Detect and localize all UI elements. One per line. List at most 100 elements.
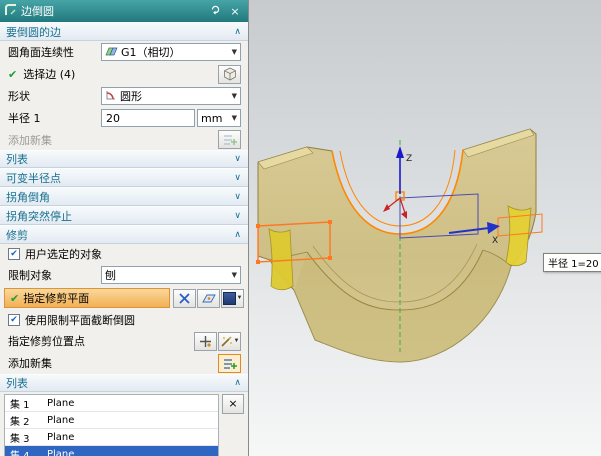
section-variable-radius-header[interactable]: 可变半径点 ∨ — [0, 168, 248, 187]
section-corner-setback-header[interactable]: 拐角倒角 ∨ — [0, 187, 248, 206]
chevron-down-icon: ▼ — [232, 271, 237, 279]
chevron-up-icon: ∧ — [234, 27, 241, 37]
step-check-icon: ✔ — [8, 68, 17, 81]
clear-plane-button[interactable] — [173, 289, 196, 308]
continuity-value: G1（相切） — [121, 44, 229, 60]
dialog-body: 要倒圆的边 ∧ 圆角面连续性 G1（相切） ▼ ✔ 选择边 (4) — [0, 22, 248, 456]
table-row[interactable]: 集 2 Plane — [5, 412, 218, 429]
shape-row: 形状 圆形 ▼ — [0, 85, 248, 107]
set-name: 集 3 — [5, 430, 41, 445]
blend-face-left — [269, 229, 293, 290]
radius-row: 半径 1 mm ▼ — [0, 107, 248, 129]
chevron-down-icon: ▼ — [237, 295, 243, 301]
edge-blend-icon — [5, 4, 17, 19]
select-edge-row: ✔ 选择边 (4) — [0, 63, 248, 85]
section-corner-setback-title: 拐角倒角 — [6, 189, 50, 205]
plane-type-icon — [223, 292, 236, 305]
continuity-dropdown[interactable]: G1（相切） ▼ — [101, 43, 241, 61]
section-edges-header[interactable]: 要倒圆的边 ∧ — [0, 22, 248, 41]
dialog-titlebar[interactable]: 边倒圆 × — [0, 0, 248, 22]
user-selected-checkbox[interactable]: ✔ 用户选定的对象 — [8, 246, 102, 262]
chevron-down-icon: ∨ — [234, 211, 241, 221]
radius-value-tooltip: 半径 1=20 — [543, 253, 601, 272]
shape-label: 形状 — [8, 88, 30, 104]
nx-window: 边倒圆 × 要倒圆的边 ∧ 圆角面连续性 G1（相切） ▼ — [0, 0, 601, 456]
specify-trim-plane-label: 指定修剪平面 — [23, 290, 89, 306]
remove-set-button[interactable]: × — [222, 394, 244, 414]
model-canvas[interactable]: Z X — [249, 0, 601, 456]
trim-list-title: 列表 — [6, 375, 28, 391]
table-row[interactable]: 集 3 Plane — [5, 429, 218, 446]
use-limit-plane-row: ✔ 使用限制平面截断倒圆 — [0, 310, 248, 330]
add-new-set-button[interactable] — [218, 130, 241, 149]
set-type: Plane — [41, 398, 218, 409]
trim-add-new-set-row: 添加新集 — [0, 352, 248, 374]
checkbox-check-icon: ✔ — [8, 314, 20, 326]
shape-value: 圆形 — [120, 88, 229, 104]
chevron-down-icon: ∨ — [234, 192, 241, 202]
select-edge-label[interactable]: 选择边 (4) — [23, 66, 75, 82]
specify-trim-plane-step[interactable]: ✔ 指定修剪平面 — [4, 288, 170, 308]
add-new-set-label: 添加新集 — [8, 132, 52, 148]
chevron-down-icon: ∨ — [234, 173, 241, 183]
limit-object-dropdown[interactable]: 刨 ▼ — [101, 266, 241, 284]
use-limit-plane-checkbox[interactable]: ✔ 使用限制平面截断倒圆 — [8, 312, 135, 328]
set-type: Plane — [41, 432, 218, 443]
add-new-set-row: 添加新集 — [0, 129, 248, 150]
chevron-down-icon: ∨ — [234, 154, 241, 164]
trim-set-list: 集 1 Plane 集 2 Plane 集 3 Plane 集 4 Plane — [0, 392, 248, 456]
edge-list-header[interactable]: 列表 ∨ — [0, 150, 248, 168]
chevron-down-icon: ▼ — [234, 338, 240, 344]
section-stop-short-title: 拐角突然停止 — [6, 208, 72, 224]
table-row-selected[interactable]: 集 4 Plane — [5, 446, 218, 456]
checkbox-check-icon: ✔ — [8, 248, 20, 260]
trim-point-label: 指定修剪位置点 — [8, 333, 85, 349]
point-dialog-button[interactable] — [194, 332, 217, 351]
section-variable-radius-title: 可变半径点 — [6, 170, 61, 186]
axis-x-label: X — [492, 236, 498, 246]
dialog-close-button[interactable]: × — [227, 3, 243, 19]
chevron-down-icon: ▼ — [232, 48, 237, 56]
set-type: Plane — [41, 415, 218, 426]
plane-dialog-button[interactable] — [197, 289, 220, 308]
edge-list-title: 列表 — [6, 151, 28, 167]
trim-set-table: 集 1 Plane 集 2 Plane 集 3 Plane 集 4 Plane — [4, 394, 219, 456]
axis-z-label: Z — [406, 154, 412, 164]
chevron-down-icon: ▼ — [232, 92, 237, 100]
limit-object-value: 刨 — [105, 267, 229, 283]
trim-list-header[interactable]: 列表 ∧ — [0, 374, 248, 392]
circular-shape-icon — [105, 89, 117, 104]
section-trim-header[interactable]: 修剪 ∧ — [0, 225, 248, 244]
g1-tangent-icon — [105, 45, 118, 60]
trim-point-row: 指定修剪位置点 ▼ — [0, 330, 248, 352]
chevron-down-icon: ▼ — [232, 114, 237, 122]
section-trim-title: 修剪 — [6, 227, 28, 243]
continuity-label: 圆角面连续性 — [8, 44, 74, 60]
snap-cube-button[interactable] — [218, 65, 241, 84]
radius-input[interactable] — [101, 109, 195, 127]
chevron-up-icon: ∧ — [234, 378, 241, 388]
specify-trim-plane-row: ✔ 指定修剪平面 ▼ — [0, 286, 248, 310]
step-check-icon: ✔ — [10, 292, 19, 305]
use-limit-plane-label: 使用限制平面截断倒圆 — [25, 312, 135, 328]
limit-object-row: 限制对象 刨 ▼ — [0, 264, 248, 286]
limit-object-label: 限制对象 — [8, 267, 52, 283]
dialog-title: 边倒圆 — [21, 3, 54, 19]
set-name: 集 4 — [5, 447, 41, 456]
dialog-reset-button[interactable] — [207, 3, 223, 19]
trim-add-new-set-button[interactable] — [218, 354, 241, 373]
trim-add-new-set-label: 添加新集 — [8, 355, 52, 371]
inferred-point-dropdown-button[interactable]: ▼ — [218, 332, 241, 351]
user-selected-row: ✔ 用户选定的对象 — [0, 244, 248, 264]
viewport-3d[interactable]: Z X 半径 1=20 — [249, 0, 601, 456]
radius-unit-dropdown[interactable]: mm ▼ — [197, 109, 241, 127]
set-type: Plane — [41, 449, 218, 456]
inferred-plane-dropdown-button[interactable]: ▼ — [221, 289, 244, 308]
shape-dropdown[interactable]: 圆形 ▼ — [101, 87, 241, 105]
edge-blend-dialog: 边倒圆 × 要倒圆的边 ∧ 圆角面连续性 G1（相切） ▼ — [0, 0, 249, 456]
section-edges-title: 要倒圆的边 — [6, 24, 61, 40]
chevron-up-icon: ∧ — [234, 230, 241, 240]
section-stop-short-header[interactable]: 拐角突然停止 ∨ — [0, 206, 248, 225]
table-row[interactable]: 集 1 Plane — [5, 395, 218, 412]
continuity-row: 圆角面连续性 G1（相切） ▼ — [0, 41, 248, 63]
